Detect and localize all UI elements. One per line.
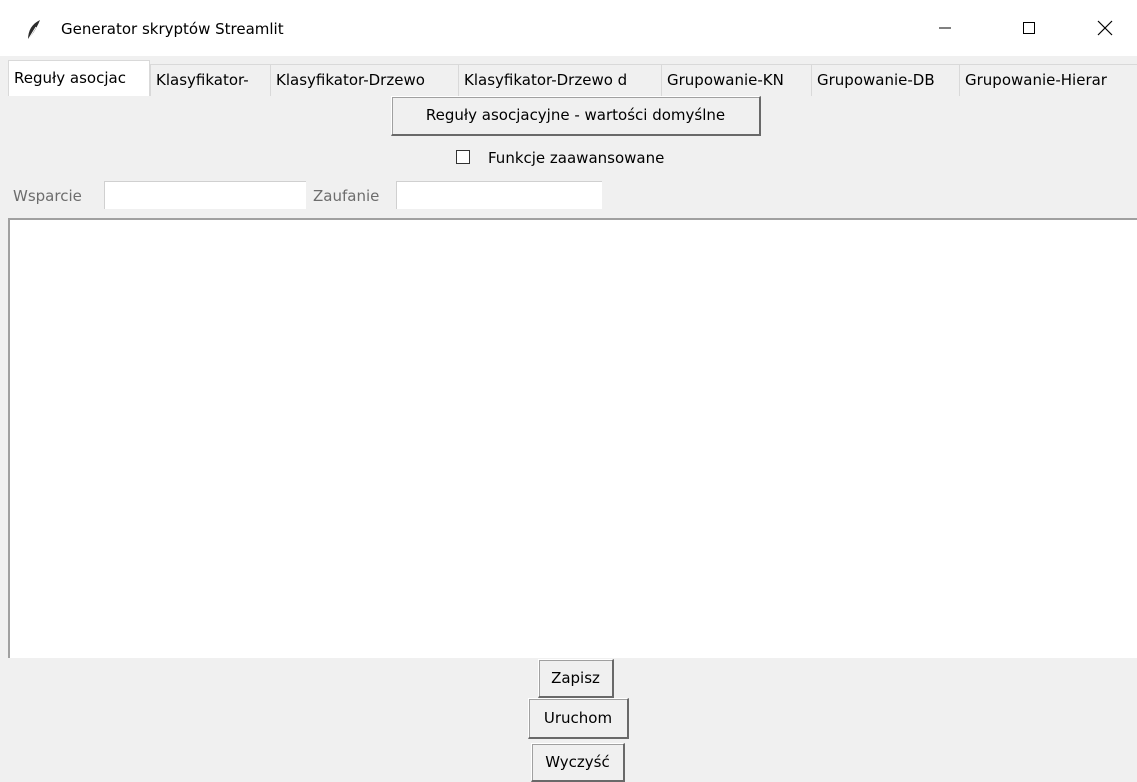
close-icon xyxy=(1097,20,1113,36)
tab-bar: Reguły asocjac Klasyfikator- Klasyfikato… xyxy=(8,60,1137,96)
tab-clustering-kn[interactable]: Grupowanie-KN xyxy=(661,64,811,96)
checkbox-label: Funkcje zaawansowane xyxy=(488,149,665,167)
tab-classifier-tree-d[interactable]: Klasyfikator-Drzewo d xyxy=(458,64,661,96)
confidence-label: Zaufanie xyxy=(313,187,380,205)
run-button[interactable]: Uruchom xyxy=(528,698,629,739)
confidence-input[interactable] xyxy=(396,181,602,209)
maximize-icon xyxy=(1023,22,1035,34)
feather-icon xyxy=(27,20,40,41)
title-bar: Generator skryptów Streamlit xyxy=(0,0,1137,56)
clear-button[interactable]: Wyczyść xyxy=(531,743,625,782)
tab-association-rules[interactable]: Reguły asocjac xyxy=(8,60,150,96)
support-input[interactable] xyxy=(104,181,306,209)
tab-classifier[interactable]: Klasyfikator- xyxy=(150,64,270,96)
tab-clustering-db[interactable]: Grupowanie-DB xyxy=(811,64,959,96)
tab-classifier-tree[interactable]: Klasyfikator-Drzewo xyxy=(270,64,458,96)
minimize-icon xyxy=(939,27,951,29)
checkbox-box[interactable] xyxy=(456,150,470,164)
save-button[interactable]: Zapisz xyxy=(538,659,614,698)
window-title: Generator skryptów Streamlit xyxy=(61,20,284,38)
maximize-button[interactable] xyxy=(1000,0,1058,56)
support-label: Wsparcie xyxy=(13,187,82,205)
tab-clustering-hier[interactable]: Grupowanie-Hierar xyxy=(959,64,1137,96)
minimize-button[interactable] xyxy=(916,0,974,56)
close-button[interactable] xyxy=(1076,0,1134,56)
defaults-button[interactable]: Reguły asocjacyjne - wartości domyślne xyxy=(391,96,761,136)
script-output-area[interactable] xyxy=(8,218,1137,658)
